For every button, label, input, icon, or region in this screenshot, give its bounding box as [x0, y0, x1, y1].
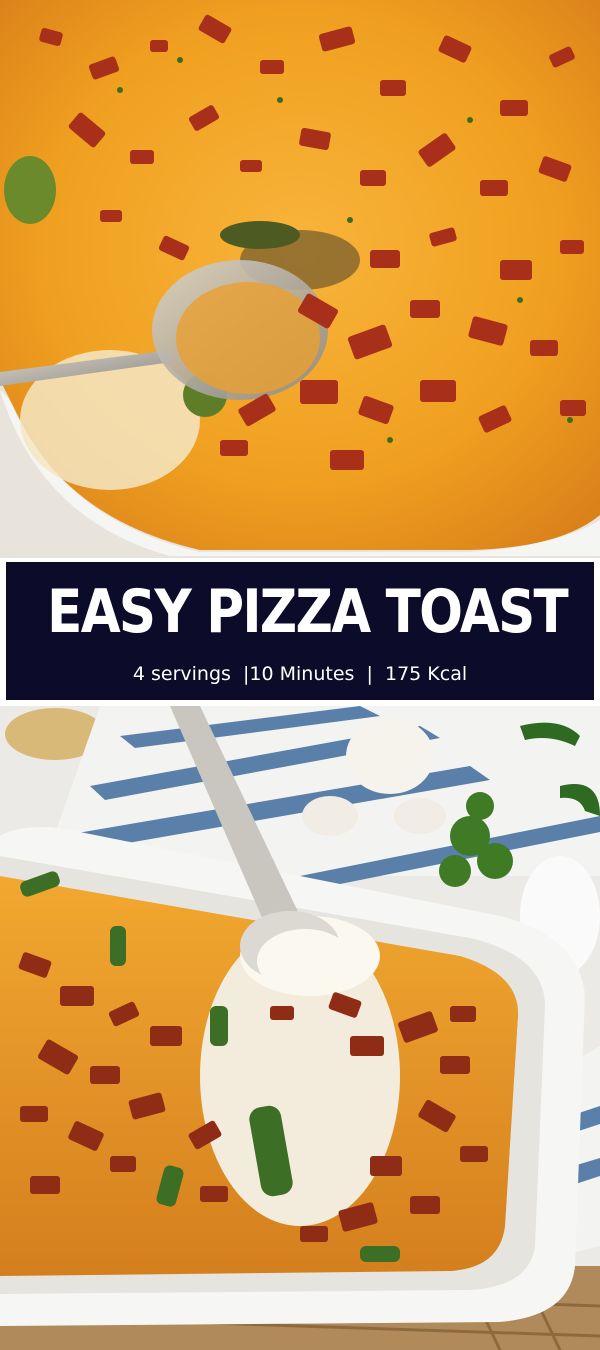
title-banner: EASY PIZZA TOAST 4 servings |10 Minutes …	[6, 562, 594, 700]
recipe-title: EASY PIZZA TOAST	[47, 577, 569, 647]
recipe-details: 4 servings |10 Minutes | 175 Kcal	[132, 663, 468, 685]
top-food-photo	[0, 0, 600, 558]
bottom-food-photo	[0, 706, 600, 1350]
